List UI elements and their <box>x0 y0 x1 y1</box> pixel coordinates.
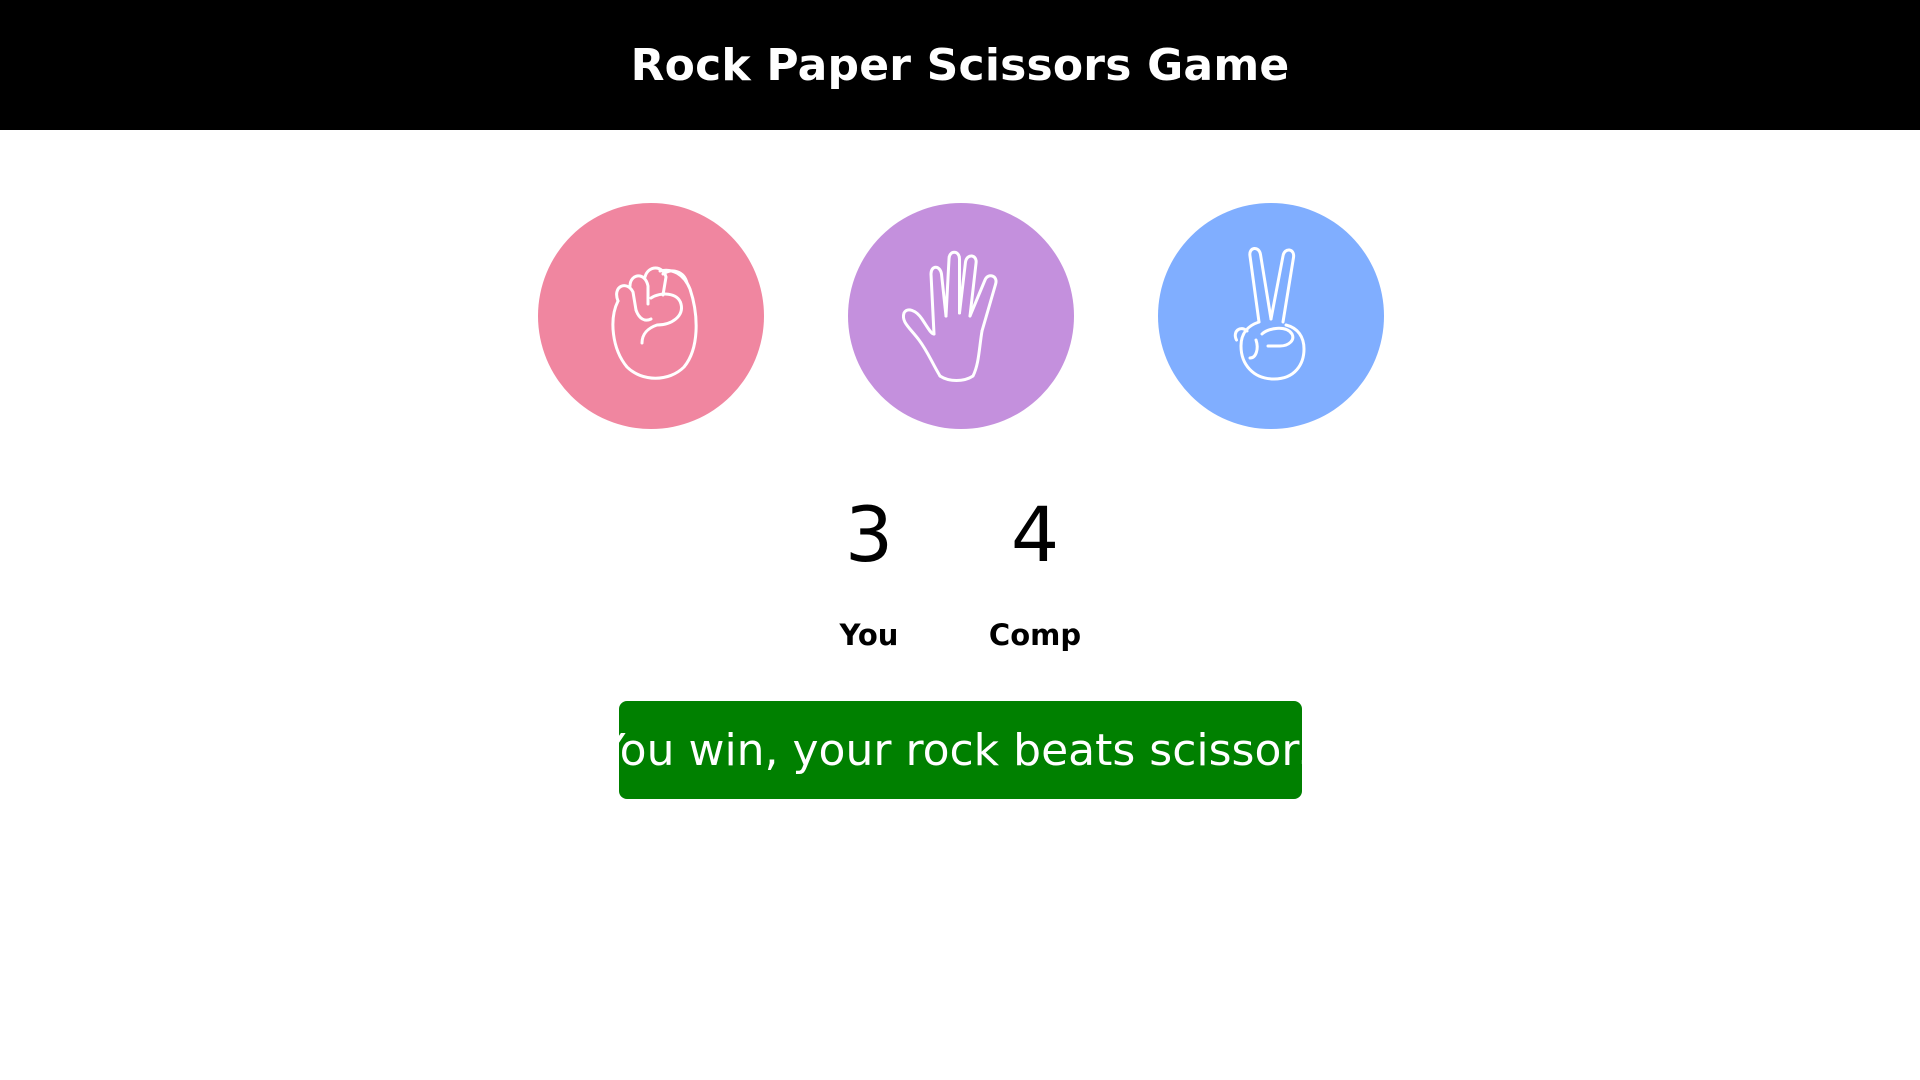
fist-icon <box>611 266 698 380</box>
result-message: You win, your rock beats scissors <box>599 701 1322 799</box>
comp-score: 4 Comp <box>935 490 1135 652</box>
choices-row <box>0 203 1920 429</box>
choice-paper[interactable] <box>848 203 1074 429</box>
page-title: Rock Paper Scissors Game <box>630 39 1290 91</box>
header: Rock Paper Scissors Game <box>0 0 1920 130</box>
comp-score-value: 4 <box>1010 490 1060 579</box>
comp-score-label: Comp <box>988 618 1082 652</box>
peace-hand-icon <box>1233 247 1306 381</box>
choice-rock[interactable] <box>538 203 764 429</box>
choice-scissors[interactable] <box>1158 203 1384 429</box>
open-hand-icon <box>901 250 998 382</box>
scoreboard: 3 You 4 Comp <box>0 490 1920 670</box>
